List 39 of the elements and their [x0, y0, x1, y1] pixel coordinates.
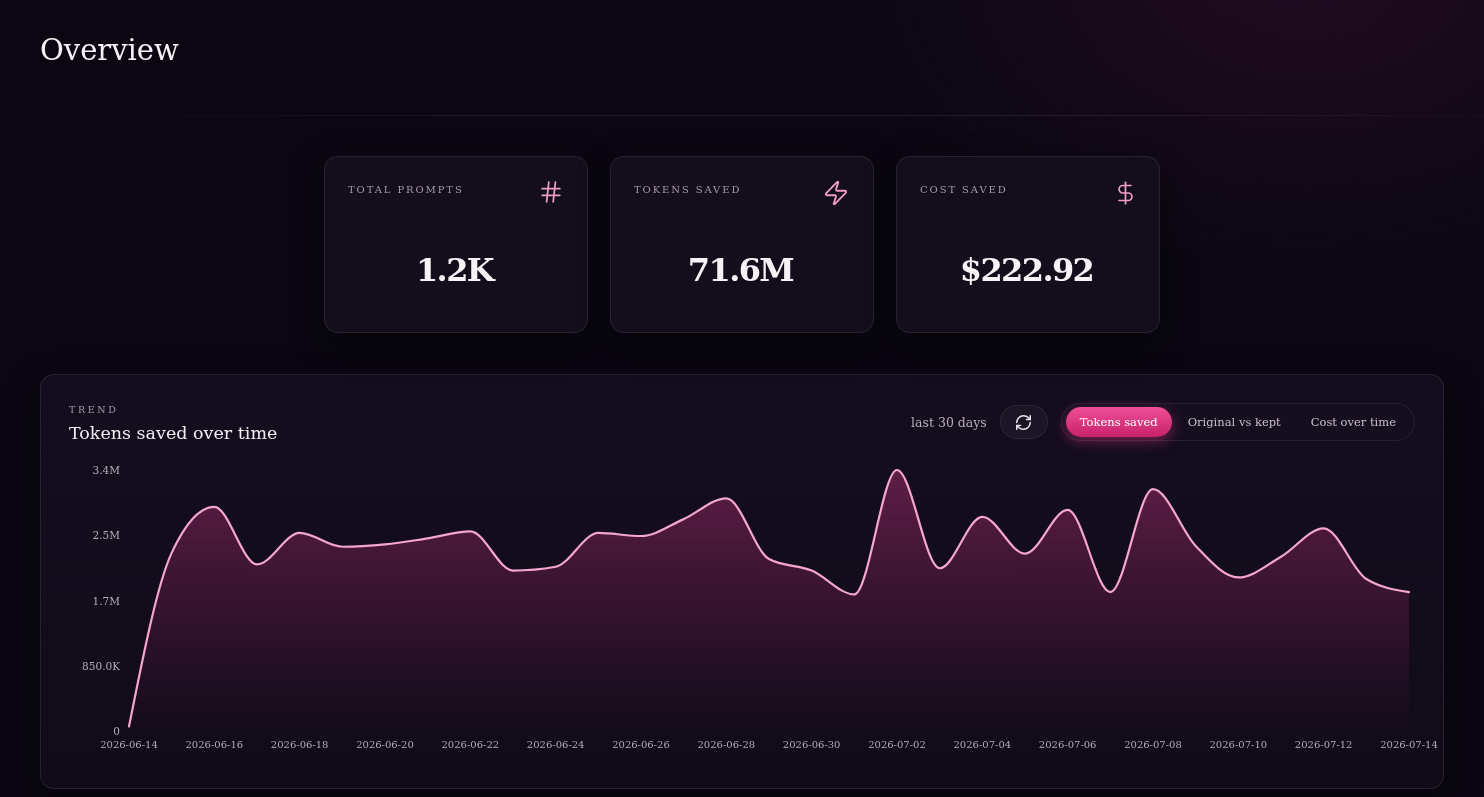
- chart-tab[interactable]: Original vs kept: [1173, 407, 1295, 437]
- axis-label: 2026-07-12: [1294, 739, 1353, 750]
- page-title: Overview: [40, 32, 179, 68]
- section-label: TREND: [69, 403, 119, 417]
- chart-tab[interactable]: Tokens saved: [1065, 407, 1172, 437]
- axis-label: 2026-07-06: [1038, 739, 1097, 750]
- axis-label: 2026-06-14: [100, 739, 158, 750]
- axis-label: 1.7M: [92, 594, 120, 607]
- date-range-label: last 30 days: [911, 414, 987, 430]
- dollar-sign-icon: [1118, 181, 1133, 205]
- axis-label: 2026-06-20: [356, 739, 414, 750]
- stat-value: 1.2K: [415, 250, 494, 291]
- stat-value: 71.6M: [687, 250, 794, 291]
- axis-label: 2026-07-14: [1380, 739, 1438, 750]
- stat-label: TOTAL PROMPTS: [348, 183, 464, 197]
- axis-label: 2026-07-10: [1209, 739, 1268, 750]
- axis-label: 2026-06-22: [441, 739, 500, 750]
- axis-label: 2026-06-28: [697, 739, 756, 750]
- stat-label: TOKENS SAVED: [634, 183, 742, 197]
- lightning-icon: [825, 181, 847, 205]
- chart-title: Tokens saved over time: [69, 422, 278, 445]
- axis-label: 2026-07-02: [868, 739, 926, 750]
- axis-label: 3.4M: [92, 464, 120, 476]
- axis-label: 2026-06-24: [526, 739, 585, 750]
- axis-label: 2026-06-26: [612, 739, 670, 750]
- axis-label: 850.0K: [82, 659, 120, 672]
- axis-label: 2026-06-16: [185, 739, 244, 750]
- axis-label: 0: [113, 725, 120, 737]
- axis-label: 2026-06-30: [782, 739, 841, 750]
- stat-value: $222.92: [959, 250, 1094, 291]
- axis-label: 2026-06-18: [270, 739, 329, 750]
- axis-label: 2.5M: [92, 529, 120, 542]
- refresh-button[interactable]: [999, 405, 1048, 439]
- axis-label: 2026-07-08: [1124, 739, 1182, 750]
- refresh-icon: [1016, 414, 1032, 430]
- chart-tab[interactable]: Cost over time: [1296, 407, 1410, 437]
- stat-label: COST SAVED: [920, 183, 1008, 197]
- hash-icon: [541, 181, 561, 203]
- axis-label: 2026-07-04: [953, 739, 1012, 750]
